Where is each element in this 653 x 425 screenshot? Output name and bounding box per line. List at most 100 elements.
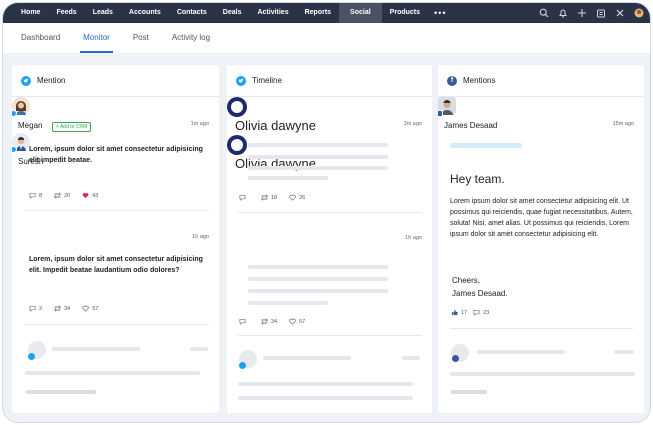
post-time: 1h ago — [192, 234, 209, 240]
tab-post[interactable]: Post — [133, 23, 149, 53]
author-name[interactable]: Olivia dawyne — [235, 118, 316, 133]
like-button[interactable]: 57 — [289, 318, 305, 325]
comment-button[interactable]: 23 — [473, 309, 489, 316]
post-greeting: Hey team. — [450, 172, 505, 186]
post-divider — [238, 212, 422, 213]
nav-deals[interactable]: Deals — [215, 3, 250, 23]
bell-icon[interactable] — [558, 8, 568, 18]
post-actions: 8 20 43 — [29, 192, 98, 199]
comment-button[interactable]: 8 — [29, 192, 42, 199]
placeholder-line — [263, 356, 351, 360]
placeholder-line — [248, 176, 328, 180]
author-name[interactable]: James Desaad — [444, 121, 497, 130]
post-text: Lorem, ipsum dolor sit amet consectetur … — [29, 256, 203, 274]
placeholder-line — [248, 155, 388, 159]
post-divider — [450, 328, 633, 329]
post-divider — [238, 335, 422, 336]
nav-accounts[interactable]: Accounts — [121, 3, 169, 23]
tools-icon[interactable] — [615, 8, 625, 18]
post-header: James Desaad — [438, 97, 644, 133]
comment-button[interactable] — [239, 318, 249, 325]
post-time: 1h ago — [405, 235, 422, 241]
placeholder-line — [238, 382, 413, 386]
post-actions: 17 23 — [451, 309, 489, 316]
facebook-icon — [438, 110, 443, 117]
highlight-bar — [450, 143, 522, 148]
nav-leads[interactable]: Leads — [85, 3, 121, 23]
post-header: Megan + Add to CRM — [12, 97, 219, 133]
retweet-button[interactable]: 18 — [261, 194, 277, 201]
comment-button[interactable] — [239, 194, 249, 201]
post-signature: James Desaad. — [452, 289, 508, 298]
post-time: 3m ago — [403, 121, 422, 127]
plus-icon[interactable] — [577, 8, 587, 18]
tab-monitor[interactable]: Monitor — [80, 23, 113, 53]
placeholder-line — [450, 372, 635, 376]
column-header: f Mentions — [438, 65, 644, 97]
tab-dashboard[interactable]: Dashboard — [21, 23, 60, 53]
nav-social[interactable]: Social — [339, 3, 382, 23]
placeholder-badge — [239, 362, 246, 369]
twitter-icon — [12, 110, 17, 117]
placeholder-actions — [26, 390, 96, 394]
app-window: Home Feeds Leads Accounts Contacts Deals… — [2, 2, 651, 423]
like-button[interactable]: 26 — [289, 194, 305, 201]
placeholder-line — [190, 347, 208, 351]
tab-activity-log[interactable]: Activity log — [172, 23, 210, 53]
top-navigation: Home Feeds Leads Accounts Contacts Deals… — [3, 3, 650, 23]
avatar[interactable] — [12, 133, 30, 153]
avatar[interactable] — [227, 97, 247, 117]
placeholder-line — [248, 143, 388, 147]
column-timeline: Timeline Olivia dawyne 3m ago 18 26 Oliv… — [227, 65, 432, 413]
column-title: Mention — [37, 76, 66, 85]
placeholder-line — [477, 350, 565, 354]
facebook-icon: f — [447, 75, 457, 86]
placeholder-line — [248, 289, 388, 293]
avatar-icon[interactable] — [634, 8, 644, 18]
placeholder-badge — [452, 355, 459, 362]
nav-icon-group — [539, 3, 644, 23]
like-button[interactable]: 17 — [451, 309, 467, 316]
post-signoff: Cheers, — [452, 276, 481, 285]
placeholder-line — [248, 166, 388, 170]
like-button[interactable]: 43 — [82, 192, 98, 199]
author-name[interactable]: Megan — [18, 121, 42, 130]
retweet-button[interactable]: 20 — [54, 192, 70, 199]
nav-contacts[interactable]: Contacts — [169, 3, 215, 23]
avatar[interactable] — [438, 97, 456, 117]
avatar[interactable] — [12, 97, 30, 117]
post-text: Lorem, ipsum dolor sit amet consectetur … — [29, 146, 203, 164]
placeholder-line — [238, 396, 413, 400]
retweet-button[interactable]: 34 — [54, 305, 70, 312]
nav-feeds[interactable]: Feeds — [48, 3, 84, 23]
placeholder-line — [52, 347, 140, 351]
column-header: Timeline — [227, 65, 432, 97]
post-divider — [24, 210, 209, 211]
post-header: Olivia dawyne — [227, 97, 432, 135]
placeholder-line — [248, 277, 388, 281]
like-button[interactable]: 57 — [82, 305, 98, 312]
search-icon[interactable] — [539, 8, 549, 18]
placeholder-badge — [28, 353, 35, 360]
post-actions: 34 57 — [239, 318, 305, 325]
nav-reports[interactable]: Reports — [297, 3, 339, 23]
post-time: 15m ago — [612, 121, 634, 127]
nav-products[interactable]: Products — [382, 3, 428, 23]
calendar-icon[interactable] — [596, 8, 606, 18]
post-actions: 2 34 57 — [29, 305, 98, 312]
post-divider — [24, 324, 209, 325]
more-menu-icon[interactable]: ••• — [428, 3, 452, 23]
placeholder-line — [614, 350, 634, 354]
column-header: Mention — [12, 65, 219, 97]
nav-activities[interactable]: Activities — [249, 3, 296, 23]
sub-navigation: Dashboard Monitor Post Activity log — [3, 23, 650, 53]
retweet-button[interactable]: 34 — [261, 318, 277, 325]
placeholder-line — [248, 301, 328, 305]
post-actions: 18 26 — [239, 194, 305, 201]
add-to-crm-button[interactable]: + Add to CRM — [51, 122, 92, 132]
avatar[interactable] — [227, 135, 247, 155]
nav-home[interactable]: Home — [3, 3, 48, 23]
column-title: Timeline — [252, 76, 282, 85]
comment-button[interactable]: 2 — [29, 305, 42, 312]
twitter-icon — [12, 146, 17, 153]
